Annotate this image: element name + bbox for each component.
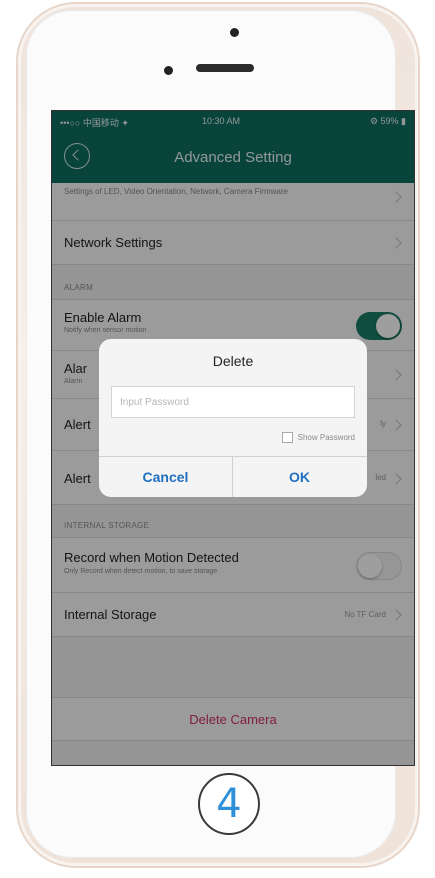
ok-button[interactable]: OK [233,457,366,497]
dialog-title: Delete [212,353,254,369]
proximity-sensor-icon [164,66,173,75]
show-password-label: Show Password [297,433,355,442]
show-password-option[interactable]: Show Password [281,432,355,443]
home-button[interactable]: 4 [198,773,260,835]
show-password-checkbox[interactable] [281,432,293,443]
step-number-label: 4 [216,781,242,827]
cancel-button[interactable]: Cancel [99,457,232,497]
password-input[interactable] [111,386,355,418]
front-camera-icon [230,28,239,37]
earpiece-speaker [196,64,254,72]
delete-dialog: Delete Show Password Cancel OK [99,339,367,497]
phone-screen: •••○○ 中国移动 ✦ 10:30 AM ⚙ 59% ▮ Advanced S… [51,110,415,766]
